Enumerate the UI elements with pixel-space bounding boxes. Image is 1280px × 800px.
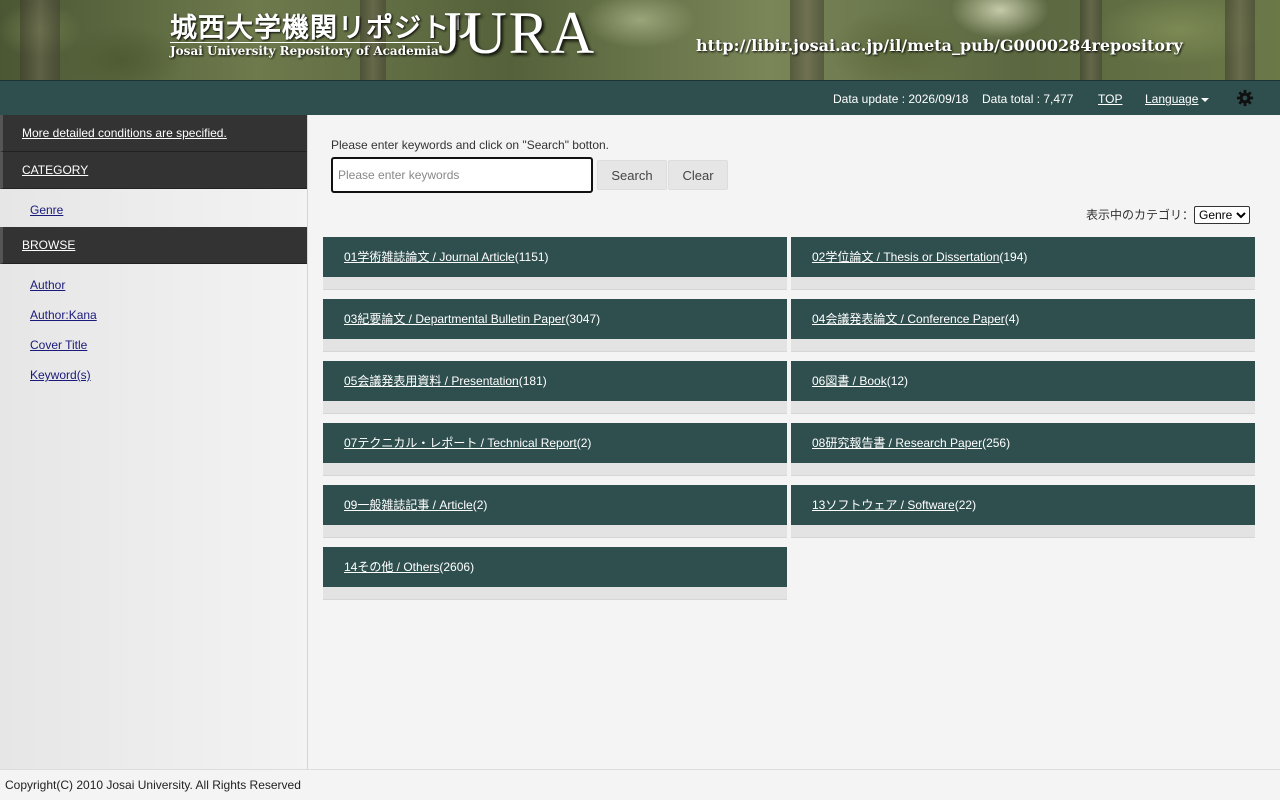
gear-icon[interactable]: [1236, 89, 1254, 107]
category-card: 05会議発表用資料 / Presentation(181): [323, 361, 787, 415]
category-card: 01学術雑誌論文 / Journal Article(1151): [323, 237, 787, 291]
sidebar-item-cover-title: Cover Title: [0, 330, 307, 360]
category-link[interactable]: 14その他 / Others: [344, 560, 439, 574]
category-header-link[interactable]: CATEGORY: [22, 163, 88, 177]
author-link[interactable]: Author: [30, 278, 65, 292]
card-footer: [323, 339, 787, 352]
data-total-text: Data total : 7,477: [982, 92, 1074, 106]
category-link[interactable]: 08研究報告書 / Research Paper: [812, 436, 982, 450]
logo-japanese: 城西大学機関リポジトリ: [170, 13, 478, 44]
browse-header-link[interactable]: BROWSE: [22, 238, 75, 252]
category-count: (3047): [565, 312, 601, 326]
sidebar-item-genre: Genre: [0, 195, 307, 225]
category-card: 02学位論文 / Thesis or Dissertation(194): [791, 237, 1255, 291]
category-bar: 13ソフトウェア / Software(22): [791, 485, 1255, 525]
category-link[interactable]: 04会議発表論文 / Conference Paper: [812, 312, 1005, 326]
card-footer: [323, 277, 787, 290]
footer: Copyright(C) 2010 Josai University. All …: [0, 769, 1280, 800]
category-bar: 05会議発表用資料 / Presentation(181): [323, 361, 787, 401]
category-link[interactable]: 02学位論文 / Thesis or Dissertation: [812, 250, 999, 264]
site-banner: 城西大学機関リポジトリ Josai University Repository …: [0, 0, 1280, 80]
genre-link[interactable]: Genre: [30, 203, 63, 217]
sidebar-category-header: CATEGORY: [0, 152, 307, 189]
category-card: 06図書 / Book(12): [791, 361, 1255, 415]
sidebar-item-author: Author: [0, 270, 307, 300]
category-count: (1151): [514, 250, 549, 264]
cover-title-link[interactable]: Cover Title: [30, 338, 87, 352]
card-footer: [323, 525, 787, 538]
detailed-conditions-link[interactable]: More detailed conditions are specified.: [22, 126, 227, 140]
card-footer: [791, 339, 1255, 352]
category-link[interactable]: 03紀要論文 / Departmental Bulletin Paper: [344, 312, 565, 326]
category-count: (2): [576, 436, 592, 450]
browse-list: Author Author:Kana Cover Title Keyword(s…: [0, 264, 307, 390]
category-count: (181): [518, 374, 547, 388]
category-card: 08研究報告書 / Research Paper(256): [791, 423, 1255, 477]
clear-button[interactable]: Clear: [668, 160, 728, 190]
category-count: (2606): [439, 560, 475, 574]
category-link[interactable]: 13ソフトウェア / Software: [812, 498, 955, 512]
category-count: (22): [954, 498, 977, 512]
category-bar: 14その他 / Others(2606): [323, 547, 787, 587]
category-bar: 07テクニカル・レポート / Technical Report(2): [323, 423, 787, 463]
caret-down-icon: [1201, 97, 1210, 102]
category-link[interactable]: 06図書 / Book: [812, 374, 887, 388]
data-update-text: Data update : 2026/09/18: [833, 92, 969, 106]
sidebar-item-author-kana: Author:Kana: [0, 300, 307, 330]
category-count: (12): [886, 374, 909, 388]
card-footer: [323, 401, 787, 414]
category-select[interactable]: Genre: [1194, 206, 1250, 224]
category-bar: 03紀要論文 / Departmental Bulletin Paper(304…: [323, 299, 787, 339]
category-bar: 04会議発表論文 / Conference Paper(4): [791, 299, 1255, 339]
category-count: (256): [982, 436, 1011, 450]
category-count: (4): [1004, 312, 1020, 326]
category-display-selector: 表示中のカテゴリ： Genre: [1086, 206, 1250, 224]
author-kana-link[interactable]: Author:Kana: [30, 308, 97, 322]
sidebar: More detailed conditions are specified. …: [0, 115, 308, 769]
card-footer: [791, 277, 1255, 290]
top-link[interactable]: TOP: [1098, 92, 1122, 106]
card-footer: [791, 401, 1255, 414]
category-link[interactable]: 05会議発表用資料 / Presentation: [344, 374, 519, 388]
category-bar: 02学位論文 / Thesis or Dissertation(194): [791, 237, 1255, 277]
category-card: 07テクニカル・レポート / Technical Report(2): [323, 423, 787, 477]
search-button[interactable]: Search: [597, 160, 667, 190]
sidebar-detailed-search: More detailed conditions are specified.: [0, 115, 307, 152]
category-card: 09一般雑誌記事 / Article(2): [323, 485, 787, 539]
category-card: 14その他 / Others(2606): [323, 547, 787, 601]
card-footer: [791, 525, 1255, 538]
search-input[interactable]: [331, 157, 593, 193]
language-label: Language: [1145, 92, 1199, 106]
logo-jura: JURA: [438, 0, 597, 66]
card-footer: [323, 463, 787, 476]
category-bar: 09一般雑誌記事 / Article(2): [323, 485, 787, 525]
category-bar: 01学術雑誌論文 / Journal Article(1151): [323, 237, 787, 277]
repository-url: http://libir.josai.ac.jp/il/meta_pub/G00…: [696, 36, 1183, 55]
category-card: 03紀要論文 / Departmental Bulletin Paper(304…: [323, 299, 787, 353]
card-footer: [791, 463, 1255, 476]
keywords-link[interactable]: Keyword(s): [30, 368, 91, 382]
category-display-label: 表示中のカテゴリ：: [1085, 208, 1194, 222]
logo-english: Josai University Repository of Academia: [170, 42, 439, 58]
category-bar: 06図書 / Book(12): [791, 361, 1255, 401]
category-link[interactable]: 09一般雑誌記事 / Article: [344, 498, 473, 512]
copyright-text: Copyright(C) 2010 Josai University. All …: [5, 778, 301, 792]
top-navigation-bar: Data update : 2026/09/18 Data total : 7,…: [0, 80, 1280, 115]
category-list: Genre: [0, 189, 307, 227]
sidebar-browse-header: BROWSE: [0, 227, 307, 264]
card-footer: [323, 587, 787, 600]
search-instructions: Please enter keywords and click on "Sear…: [331, 138, 610, 152]
language-menu[interactable]: Language: [1145, 92, 1210, 106]
category-count: (2): [472, 498, 488, 512]
main-content: Please enter keywords and click on "Sear…: [308, 115, 1280, 769]
category-count: (194): [999, 250, 1028, 264]
category-link[interactable]: 01学術雑誌論文 / Journal Article: [344, 250, 515, 264]
category-card: 04会議発表論文 / Conference Paper(4): [791, 299, 1255, 353]
sidebar-item-keywords: Keyword(s): [0, 360, 307, 390]
category-card: 13ソフトウェア / Software(22): [791, 485, 1255, 539]
category-bar: 08研究報告書 / Research Paper(256): [791, 423, 1255, 463]
category-link[interactable]: 07テクニカル・レポート / Technical Report: [344, 436, 577, 450]
